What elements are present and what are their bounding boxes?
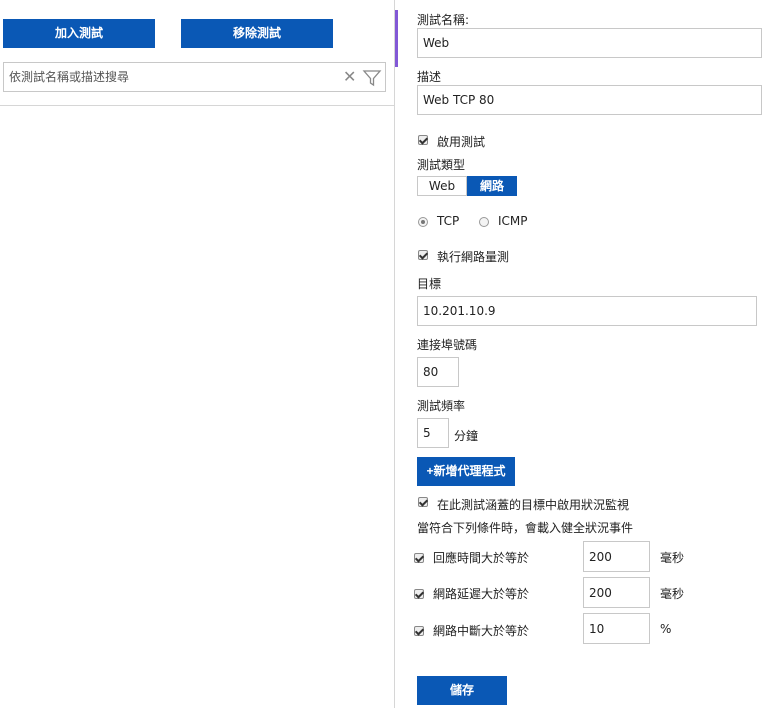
tcp-radio[interactable] (418, 217, 428, 227)
frequency-unit: 分鐘 (454, 429, 479, 443)
tcp-label: TCP (437, 214, 460, 228)
frequency-label: 測試頻率 (417, 399, 466, 413)
condition-checkbox-latency[interactable] (414, 589, 424, 599)
save-button[interactable]: 儲存 (417, 676, 507, 705)
target-input[interactable] (417, 296, 757, 326)
health-condition-text: 當符合下列條件時，會載入健全狀況事件 (417, 521, 634, 535)
remove-test-button[interactable]: 移除測試 (181, 19, 333, 48)
port-label: 連接埠號碼 (417, 338, 478, 352)
test-name-label: 測試名稱: (417, 13, 470, 27)
health-monitor-checkbox[interactable] (418, 497, 428, 507)
divider (0, 105, 395, 106)
test-type-label: 測試類型 (417, 158, 466, 172)
test-name-input[interactable] (417, 28, 762, 58)
condition-unit-response: 毫秒 (660, 551, 685, 565)
selection-indicator (395, 10, 398, 67)
network-measure-label: 執行網路量測 (437, 250, 510, 264)
description-label: 描述 (417, 70, 442, 84)
add-agent-button[interactable]: +新增代理程式 (417, 457, 515, 486)
test-list-pane: 加入測試 移除測試 ✕ (0, 0, 395, 708)
condition-input-latency[interactable] (583, 577, 650, 608)
condition-unit-outage: % (660, 622, 672, 636)
port-input[interactable] (417, 357, 459, 387)
condition-label-outage: 網路中斷大於等於 (433, 624, 530, 638)
search-box: ✕ (3, 62, 386, 92)
condition-checkbox-outage[interactable] (414, 626, 424, 636)
type-option-web[interactable]: Web (417, 176, 467, 196)
type-option-network[interactable]: 網路 (467, 176, 517, 196)
add-test-button[interactable]: 加入測試 (3, 19, 155, 48)
clear-icon[interactable]: ✕ (343, 68, 357, 86)
icmp-label: ICMP (498, 214, 528, 228)
condition-label-response: 回應時間大於等於 (433, 551, 530, 565)
description-input[interactable] (417, 85, 762, 115)
target-label: 目標 (417, 277, 442, 291)
health-monitor-label: 在此測試涵蓋的目標中啟用狀況監視 (437, 498, 630, 512)
icmp-radio[interactable] (479, 217, 489, 227)
condition-label-latency: 網路延遲大於等於 (433, 587, 530, 601)
enable-test-checkbox[interactable] (418, 135, 428, 145)
filter-icon[interactable] (362, 68, 382, 88)
network-measure-checkbox[interactable] (418, 250, 428, 260)
condition-checkbox-response[interactable] (414, 553, 424, 563)
condition-unit-latency: 毫秒 (660, 587, 685, 601)
condition-input-response[interactable] (583, 541, 650, 572)
condition-input-outage[interactable] (583, 613, 650, 644)
enable-test-label: 啟用測試 (437, 135, 486, 149)
search-input[interactable] (4, 63, 324, 91)
frequency-input[interactable] (417, 418, 449, 448)
